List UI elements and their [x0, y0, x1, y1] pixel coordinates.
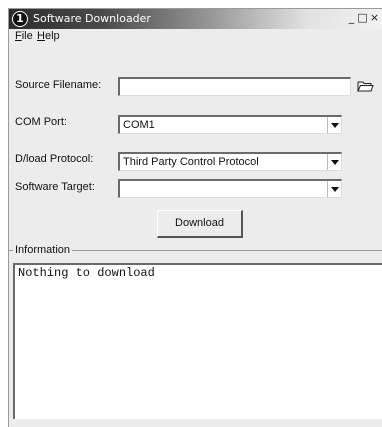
- dload-protocol-value: Third Party Control Protocol: [123, 156, 259, 168]
- com-port-value: COM1: [123, 119, 155, 131]
- software-target-label: Software Target:: [15, 181, 95, 193]
- source-filename-label: Source Filename:: [15, 79, 102, 91]
- menu-help[interactable]: Help: [37, 30, 60, 42]
- dload-protocol-select[interactable]: Third Party Control Protocol: [118, 152, 342, 171]
- software-downloader-window: 1 Software Downloader _ □ × File Help So…: [8, 8, 382, 427]
- dload-protocol-label: D/load Protocol:: [15, 153, 94, 165]
- minimize-button[interactable]: _: [346, 12, 357, 24]
- menu-help-label: elp: [44, 30, 60, 42]
- menu-help-accel: H: [37, 30, 45, 42]
- menu-file-label: ile: [21, 30, 33, 42]
- information-group: Information Nothing to download: [9, 244, 382, 427]
- com-port-select[interactable]: COM1: [118, 115, 342, 134]
- source-filename-input[interactable]: [118, 77, 351, 96]
- browse-button[interactable]: [356, 77, 375, 96]
- chevron-down-icon[interactable]: [327, 117, 341, 133]
- folder-open-icon: [357, 81, 374, 92]
- menu-file[interactable]: File: [15, 30, 33, 42]
- app-icon: 1: [12, 11, 28, 27]
- information-textarea[interactable]: Nothing to download: [13, 263, 382, 419]
- menu-bar: File Help: [9, 29, 382, 45]
- chevron-down-icon[interactable]: [327, 154, 341, 170]
- com-port-label: COM Port:: [15, 116, 67, 128]
- chevron-down-icon[interactable]: [327, 181, 341, 197]
- download-button[interactable]: Download: [157, 210, 243, 238]
- maximize-button[interactable]: □: [357, 12, 368, 24]
- title-bar[interactable]: 1 Software Downloader _ □ ×: [9, 9, 382, 29]
- menu-file-accel: F: [15, 30, 22, 42]
- close-button[interactable]: ×: [369, 12, 380, 24]
- software-target-select[interactable]: [118, 179, 342, 198]
- window-title: Software Downloader: [33, 12, 151, 25]
- information-label: Information: [13, 244, 73, 256]
